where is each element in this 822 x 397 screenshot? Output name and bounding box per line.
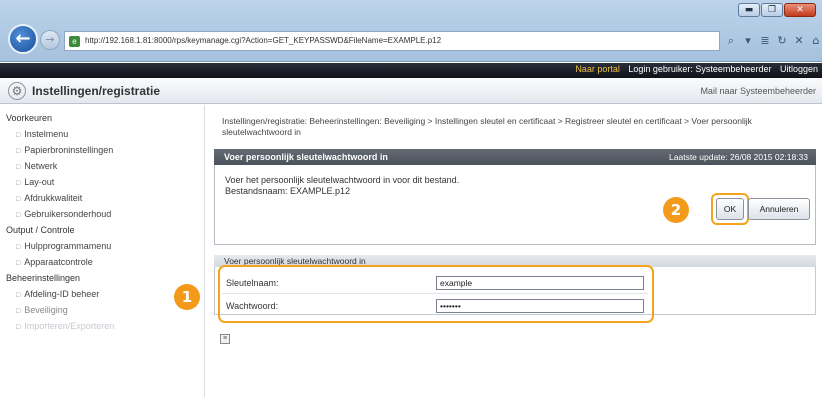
page-title: Instellingen/registratie [32, 84, 161, 98]
compat-view-icon[interactable]: ≣ [758, 31, 772, 51]
key-name-input[interactable]: example [436, 276, 644, 290]
topbar-links: Naar portal Login gebruiker: Systeembehe… [569, 64, 818, 74]
page-top-icon[interactable]: ≡ [220, 334, 230, 344]
settings-gear-icon: ⚙ [8, 82, 26, 100]
key-name-label: Sleutelnaam: [226, 278, 279, 288]
sidebar-item-afdrukkwaliteit[interactable]: Afdrukkwaliteit [16, 193, 82, 203]
stop-icon[interactable]: ✕ [792, 31, 806, 51]
callout-badge-2: 2 [663, 197, 689, 223]
cancel-button[interactable]: Annuleren [748, 198, 810, 220]
panel-header: Voer persoonlijk sleutelwachtwoord in La… [214, 149, 816, 165]
refresh-icon[interactable]: ↻ [775, 31, 789, 51]
password-input[interactable]: ••••••• [436, 299, 644, 313]
home-icon[interactable]: ⌂ [809, 31, 822, 51]
sidebar: Voorkeuren Instelmenu Papierbroninstelli… [0, 105, 205, 397]
sidebar-item-papierbroninstellingen[interactable]: Papierbroninstellingen [16, 145, 113, 155]
address-bar[interactable]: e http://192.168.1.81:8000/rps/keymanage… [64, 31, 720, 51]
callout-badge-1: 1 [174, 284, 200, 310]
sidebar-item-hulpprogrammamenu[interactable]: Hulpprogrammamenu [16, 241, 111, 251]
instruction-text: Voer het persoonlijk sleutelwachtwoord i… [225, 175, 460, 185]
search-icon[interactable]: ⌕ [724, 31, 738, 51]
form-callout-highlight [218, 265, 654, 323]
maximize-button[interactable]: ❐ [761, 3, 783, 17]
forward-button[interactable]: → [40, 30, 60, 50]
sidebar-item-netwerk[interactable]: Netwerk [16, 161, 57, 171]
browser-titlebar: ▬ ❐ ✕ ← → e http://192.168.1.81:8000/rps… [0, 0, 822, 62]
sidebar-item-beveiliging[interactable]: Beveiliging [16, 305, 68, 315]
filename-text: Bestandsnaam: EXAMPLE.p12 [225, 186, 351, 196]
panel-title: Voer persoonlijk sleutelwachtwoord in [224, 152, 388, 162]
sidebar-group-voorkeuren[interactable]: Voorkeuren [6, 113, 52, 123]
panel-instructions: Voer het persoonlijk sleutelwachtwoord i… [225, 175, 459, 197]
page-header: ⚙ Instellingen/registratie Mail naar Sys… [0, 78, 822, 104]
address-tools: ⌕ ▾ ≣ ↻ ✕ ⌂ ☆ ⚙ [724, 31, 822, 51]
logout-link[interactable]: Uitloggen [780, 64, 818, 74]
sidebar-item-apparaatcontrole[interactable]: Apparaatcontrole [16, 257, 93, 267]
close-window-button[interactable]: ✕ [784, 3, 816, 17]
sidebar-group-output-controle[interactable]: Output / Controle [6, 225, 75, 235]
mail-admin-link[interactable]: Mail naar Systeembeheerder [700, 86, 816, 96]
breadcrumb: Instellingen/registratie: Beheerinstelli… [222, 116, 752, 137]
minimize-button[interactable]: ▬ [738, 3, 760, 17]
site-topbar: Naar portal Login gebruiker: Systeembehe… [0, 63, 822, 78]
sidebar-group-beheerinstellingen[interactable]: Beheerinstellingen [6, 273, 80, 283]
back-button[interactable]: ← [8, 24, 38, 54]
portal-link[interactable]: Naar portal [575, 64, 620, 74]
password-label: Wachtwoord: [226, 301, 279, 311]
dropdown-icon[interactable]: ▾ [741, 31, 755, 51]
form-row-divider [222, 293, 648, 294]
sidebar-item-importeren-exporteren[interactable]: Importeren/Exporteren [16, 321, 114, 331]
window-controls: ▬ ❐ ✕ [738, 3, 816, 17]
login-user-text: Login gebruiker: Systeembeheerder [628, 64, 772, 74]
ok-button[interactable]: OK [716, 198, 744, 220]
sidebar-item-afdeling-id-beheer[interactable]: Afdeling-ID beheer [16, 289, 99, 299]
address-text: http://192.168.1.81:8000/rps/keymanage.c… [85, 36, 442, 45]
sidebar-item-instelmenu[interactable]: Instelmenu [16, 129, 68, 139]
sidebar-item-gebruikersonderhoud[interactable]: Gebruikersonderhoud [16, 209, 111, 219]
sidebar-item-lay-out[interactable]: Lay-out [16, 177, 54, 187]
site-favicon-icon: e [69, 36, 80, 47]
last-update-text: Laatste update: 26/08 2015 02:18:33 [669, 152, 808, 162]
